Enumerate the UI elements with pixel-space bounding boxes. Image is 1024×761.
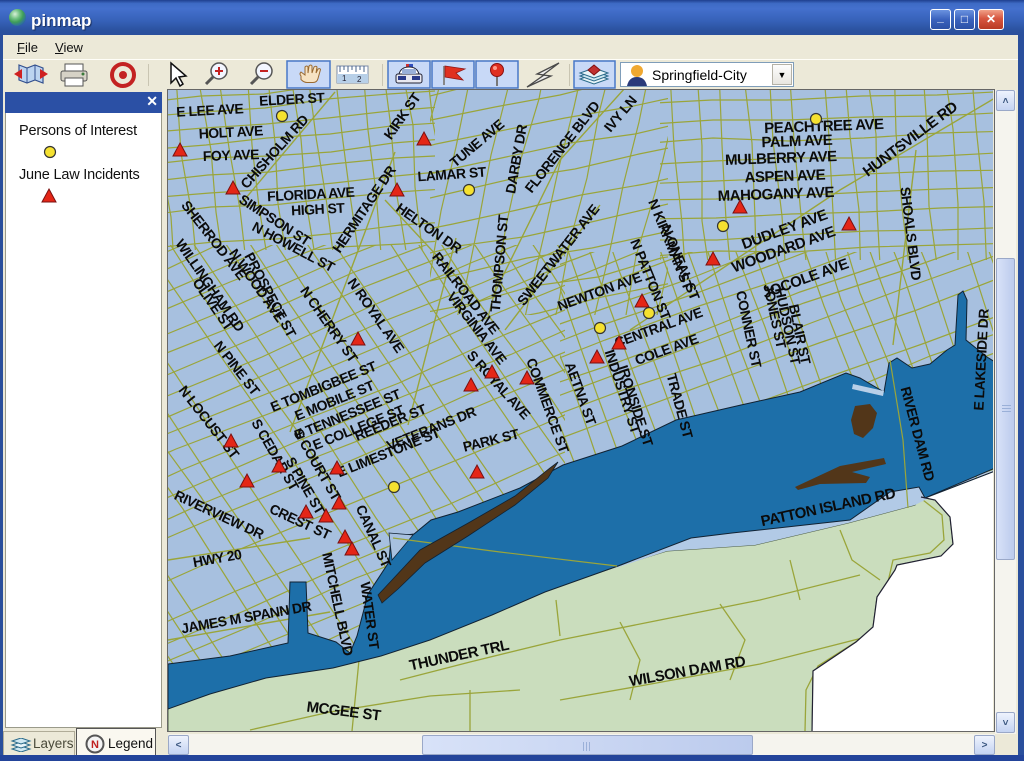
svg-text:ASPEN AVE: ASPEN AVE bbox=[744, 167, 826, 187]
svg-text:1: 1 bbox=[342, 74, 347, 83]
svg-text:HIGH ST: HIGH ST bbox=[291, 200, 346, 219]
svg-text:HOLT AVE: HOLT AVE bbox=[198, 122, 263, 141]
svg-text:N: N bbox=[91, 739, 99, 751]
svg-text:2: 2 bbox=[357, 75, 362, 84]
svg-text:FOY AVE: FOY AVE bbox=[202, 146, 259, 164]
